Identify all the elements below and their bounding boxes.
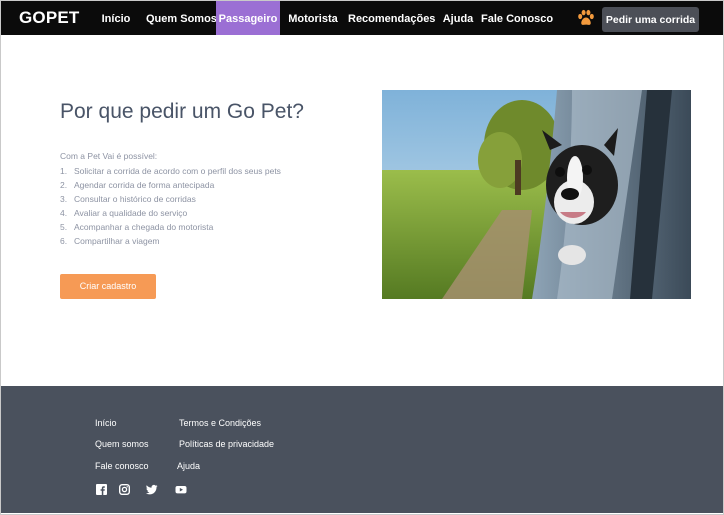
footer-link-termos[interactable]: Termos e Condições — [179, 418, 261, 428]
footer-link-quem-somos[interactable]: Quem somos — [95, 439, 149, 449]
list-item-number: 4. — [60, 208, 68, 218]
list-item: 3. Consultar o histórico de corridas — [60, 192, 281, 206]
list-item-number: 5. — [60, 222, 68, 232]
brand-logo[interactable]: GOPET — [19, 8, 80, 28]
features-intro: Com a Pet Vai é possível: — [60, 151, 158, 161]
instagram-icon[interactable] — [118, 482, 131, 496]
hero-image — [382, 90, 691, 299]
list-item: 5. Acompanhar a chegada do motorista — [60, 220, 281, 234]
footer: Início Quem somos Fale conosco Termos e … — [1, 386, 723, 513]
list-item-text: Avaliar a qualidade do serviço — [74, 208, 188, 218]
nav-item-passageiro[interactable]: Passageiro — [216, 1, 280, 35]
list-item-number: 6. — [60, 236, 68, 246]
list-item: 1. Solicitar a corrida de acordo com o pe… — [60, 164, 281, 178]
request-ride-button[interactable]: Pedir uma corrida — [602, 7, 699, 32]
nav-item-inicio[interactable]: Início — [97, 1, 135, 35]
list-item-text: Compartilhar a viagem — [74, 236, 160, 246]
nav-item-motorista[interactable]: Motorista — [283, 1, 343, 35]
paw-icon — [576, 8, 596, 28]
nav-item-quem-somos[interactable]: Quem Somos — [146, 1, 217, 35]
list-item-number: 1. — [60, 166, 68, 176]
list-item-text: Acompanhar a chegada do motorista — [74, 222, 214, 232]
signup-button[interactable]: Criar cadastro — [60, 274, 156, 299]
list-item-text: Agendar corrida de forma antecipada — [74, 180, 215, 190]
youtube-icon[interactable] — [175, 482, 187, 494]
list-item-text: Consultar o histórico de corridas — [74, 194, 196, 204]
footer-link-ajuda[interactable]: Ajuda — [177, 461, 200, 471]
top-navbar: GOPET Início Quem Somos Passageiro Motor… — [1, 1, 723, 35]
list-item: 2. Agendar corrida de forma antecipada — [60, 178, 281, 192]
facebook-icon[interactable] — [96, 482, 107, 495]
features-list: 1. Solicitar a corrida de acordo com o pe… — [60, 164, 281, 248]
list-item: 4. Avaliar a qualidade do serviço — [60, 206, 281, 220]
nav-item-fale-conosco[interactable]: Fale Conosco — [481, 1, 553, 35]
list-item: 6. Compartilhar a viagem — [60, 234, 281, 248]
page-title: Por que pedir um Go Pet? — [60, 100, 304, 123]
nav-item-ajuda[interactable]: Ajuda — [438, 1, 478, 35]
footer-link-privacidade[interactable]: Políticas de privacidade — [179, 439, 274, 449]
footer-link-inicio[interactable]: Início — [95, 418, 117, 428]
footer-link-fale-conosco[interactable]: Fale conosco — [95, 461, 149, 471]
list-item-number: 2. — [60, 180, 68, 190]
nav-item-recomendacoes[interactable]: Recomendações — [348, 1, 435, 35]
twitter-icon[interactable] — [146, 482, 158, 495]
list-item-number: 3. — [60, 194, 68, 204]
list-item-text: Solicitar a corrida de acordo com o perf… — [74, 166, 281, 176]
